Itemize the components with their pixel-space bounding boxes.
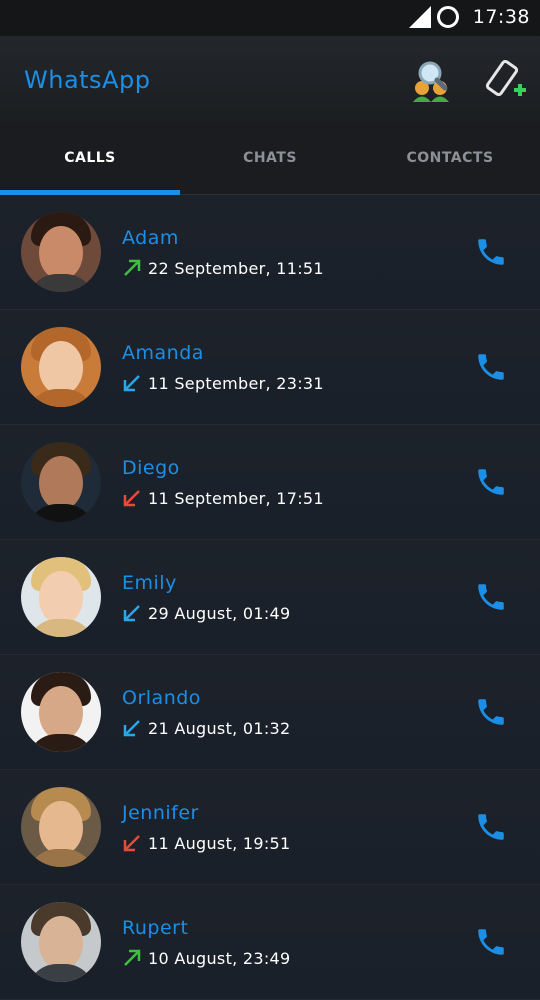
- contact-name: Amanda: [122, 342, 204, 364]
- call-time: 11 September, 17:51: [148, 488, 324, 508]
- contact-name: Rupert: [122, 917, 189, 939]
- missed-call-arrow-icon: [123, 835, 140, 852]
- call-time: 22 September, 11:51: [148, 258, 324, 278]
- avatar: [21, 442, 101, 522]
- app-bar: WhatsApp: [0, 36, 540, 122]
- incoming-call-arrow-icon: [123, 720, 140, 737]
- call-detail: 11 September, 23:31: [122, 373, 324, 393]
- phone-call-icon[interactable]: [474, 465, 508, 499]
- contact-name: Orlando: [122, 687, 201, 709]
- call-detail: 11 August, 19:51: [122, 833, 291, 853]
- app-title: WhatsApp: [24, 66, 151, 94]
- call-time: 29 August, 01:49: [148, 603, 291, 623]
- call-list: Adam 22 September, 11:51 Amanda 11 Septe…: [0, 195, 540, 1000]
- tab-calls[interactable]: CALLS: [0, 122, 180, 194]
- call-row-jennifer[interactable]: Jennifer 11 August, 19:51: [0, 770, 540, 885]
- avatar: [21, 557, 101, 637]
- call-row-amanda[interactable]: Amanda 11 September, 23:31: [0, 310, 540, 425]
- call-time: 21 August, 01:32: [148, 718, 291, 738]
- avatar: [21, 787, 101, 867]
- contact-name: Jennifer: [122, 802, 199, 824]
- call-time: 11 September, 23:31: [148, 373, 324, 393]
- call-row-diego[interactable]: Diego 11 September, 17:51: [0, 425, 540, 540]
- call-detail: 29 August, 01:49: [122, 603, 291, 623]
- contact-name: Emily: [122, 572, 177, 594]
- avatar: [21, 902, 101, 982]
- status-bar: 17:38: [0, 0, 540, 36]
- missed-call-arrow-icon: [123, 490, 140, 507]
- phone-call-icon[interactable]: [474, 580, 508, 614]
- call-detail: 22 September, 11:51: [122, 258, 324, 278]
- outgoing-call-arrow-icon: [124, 259, 141, 276]
- call-row-adam[interactable]: Adam 22 September, 11:51: [0, 195, 540, 310]
- tab-contacts[interactable]: CONTACTS: [360, 122, 540, 194]
- tab-chats[interactable]: CHATS: [180, 122, 360, 194]
- contact-name: Adam: [122, 227, 179, 249]
- new-call-icon[interactable]: [484, 58, 528, 102]
- incoming-call-arrow-icon: [123, 375, 140, 392]
- call-detail: 11 September, 17:51: [122, 488, 324, 508]
- call-row-emily[interactable]: Emily 29 August, 01:49: [0, 540, 540, 655]
- incoming-call-arrow-icon: [123, 605, 140, 622]
- phone-call-icon[interactable]: [474, 925, 508, 959]
- outgoing-call-arrow-icon: [124, 949, 141, 966]
- phone-call-icon[interactable]: [474, 350, 508, 384]
- status-time: 17:38: [472, 6, 530, 28]
- contact-name: Diego: [122, 457, 180, 479]
- phone-call-icon[interactable]: [474, 235, 508, 269]
- avatar: [21, 672, 101, 752]
- avatar: [21, 212, 101, 292]
- call-row-rupert[interactable]: Rupert 10 August, 23:49: [0, 885, 540, 1000]
- call-time: 11 August, 19:51: [148, 833, 291, 853]
- search-contacts-icon[interactable]: [410, 58, 454, 102]
- call-detail: 10 August, 23:49: [122, 948, 291, 968]
- call-time: 10 August, 23:49: [148, 948, 291, 968]
- avatar: [21, 327, 101, 407]
- battery-icon: [436, 6, 459, 28]
- tab-bar: CALLS CHATS CONTACTS: [0, 122, 540, 195]
- signal-icon: [408, 6, 431, 28]
- call-row-orlando[interactable]: Orlando 21 August, 01:32: [0, 655, 540, 770]
- phone-call-icon[interactable]: [474, 810, 508, 844]
- phone-call-icon[interactable]: [474, 695, 508, 729]
- call-detail: 21 August, 01:32: [122, 718, 291, 738]
